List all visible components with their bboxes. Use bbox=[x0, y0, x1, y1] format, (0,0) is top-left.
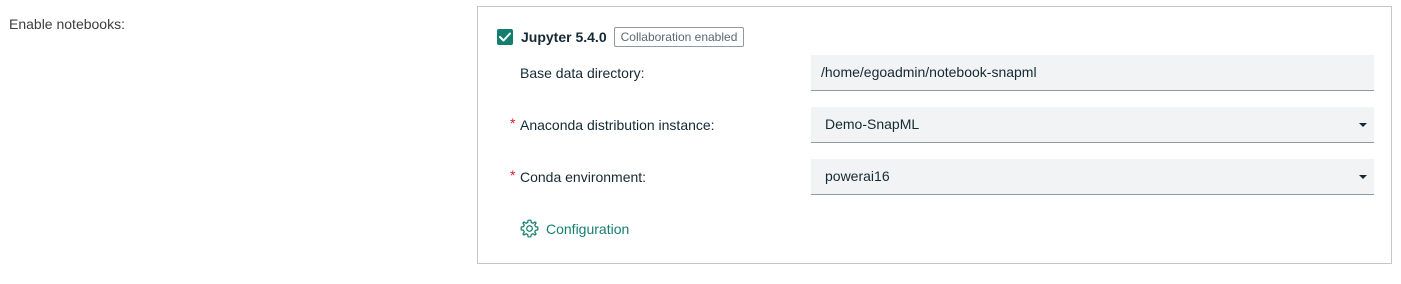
required-marker: * bbox=[510, 115, 516, 131]
chevron-down-icon bbox=[1359, 175, 1367, 179]
notebook-panel: Jupyter 5.4.0 Collaboration enabled Base… bbox=[477, 6, 1392, 264]
required-marker: * bbox=[510, 167, 516, 183]
enable-notebooks-label: Enable notebooks: bbox=[9, 16, 125, 32]
notebook-settings-page: Enable notebooks: Jupyter 5.4.0 Collabor… bbox=[0, 0, 1401, 284]
conda-env-row: * Conda environment: powerai16 bbox=[478, 159, 1391, 195]
checkmark-icon bbox=[499, 32, 511, 42]
gear-icon bbox=[519, 218, 540, 239]
configuration-label: Configuration bbox=[546, 220, 630, 237]
anaconda-row: * Anaconda distribution instance: Demo-S… bbox=[478, 107, 1391, 143]
conda-env-label: Conda environment: bbox=[520, 169, 647, 185]
base-dir-label: Base data directory: bbox=[520, 65, 645, 81]
anaconda-select[interactable]: Demo-SnapML bbox=[811, 107, 1374, 143]
chevron-down-icon bbox=[1359, 123, 1367, 127]
base-dir-value: /home/egoadmin/notebook-snapml bbox=[821, 64, 1037, 80]
configuration-link[interactable]: Configuration bbox=[519, 218, 629, 239]
notebook-title: Jupyter 5.4.0 bbox=[521, 29, 607, 45]
base-dir-row: Base data directory: /home/egoadmin/note… bbox=[478, 55, 1391, 91]
enable-jupyter-checkbox[interactable] bbox=[497, 29, 513, 45]
conda-env-selected-value: powerai16 bbox=[825, 168, 890, 184]
anaconda-selected-value: Demo-SnapML bbox=[825, 116, 920, 132]
conda-env-select[interactable]: powerai16 bbox=[811, 159, 1374, 195]
notebook-header: Jupyter 5.4.0 Collaboration enabled bbox=[497, 26, 745, 48]
collaboration-badge: Collaboration enabled bbox=[613, 27, 745, 47]
base-dir-input[interactable]: /home/egoadmin/notebook-snapml bbox=[811, 55, 1374, 91]
anaconda-label: Anaconda distribution instance: bbox=[520, 117, 715, 133]
